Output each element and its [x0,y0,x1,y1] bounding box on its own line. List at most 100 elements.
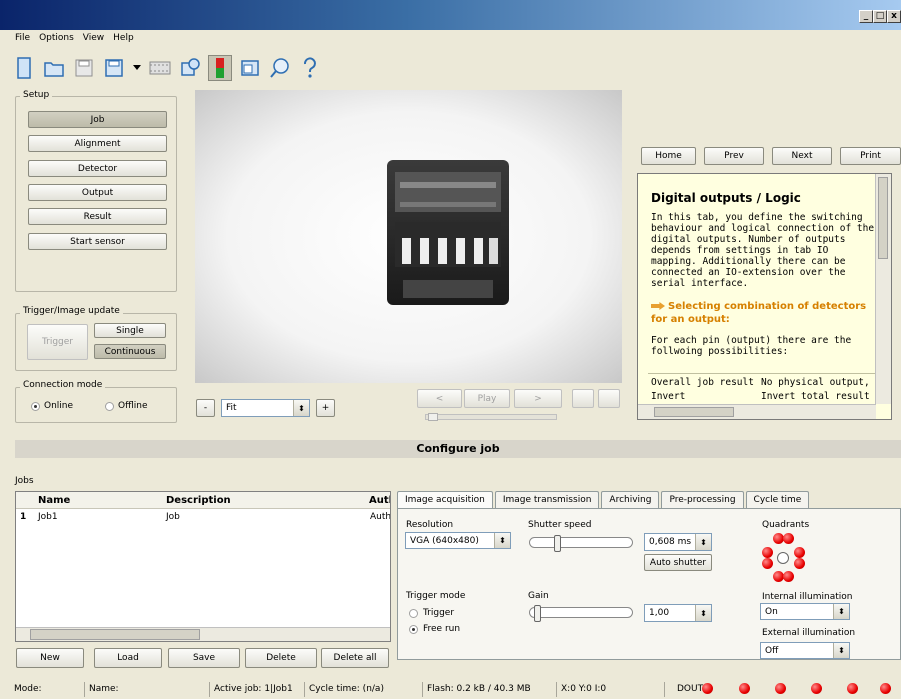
setup-detector-button[interactable]: Detector [28,160,167,177]
camera-image-view[interactable] [195,90,622,383]
help-print-button[interactable]: Print [840,147,901,165]
quadrant-led[interactable] [762,547,773,558]
gain-label: Gain [528,591,549,601]
single-button[interactable]: Single [94,323,166,338]
next-image-button[interactable]: > [514,389,562,408]
auto-shutter-button[interactable]: Auto shutter [644,554,712,571]
col-author[interactable]: Auth [369,492,390,509]
save-job-button[interactable]: Save [168,648,240,668]
tab-image-acquisition[interactable]: Image acquisition [397,491,493,509]
image-option-button-2[interactable] [598,389,620,408]
search-icon[interactable] [268,55,292,81]
trigger-radio[interactable] [409,609,418,618]
dropdown-arrow-icon[interactable] [132,55,142,81]
start-sensor-button[interactable]: Start sensor [28,233,167,250]
window-icon[interactable] [238,55,262,81]
quadrant-led[interactable] [794,547,805,558]
setup-legend: Setup [20,90,53,100]
spin-icon: ⬍ [293,400,309,416]
zoom-in-button[interactable]: + [316,399,335,417]
jobs-label: Jobs [15,476,34,486]
quadrant-center-icon[interactable] [777,552,789,564]
shutter-value-field[interactable]: 0,608 ms ⬍ [644,533,712,551]
table-row[interactable]: 1 Job1 Job Authc [16,510,390,525]
delete-job-button[interactable]: Delete [245,648,317,668]
resolution-select[interactable]: VGA (640x480) ⬍ [405,532,511,549]
menu-view[interactable]: View [83,33,104,43]
tab-pre-processing[interactable]: Pre-processing [661,491,744,508]
gain-slider[interactable] [529,605,633,622]
menu-help[interactable]: Help [113,33,134,43]
prev-image-button[interactable]: < [417,389,462,408]
offline-radio[interactable] [105,402,114,411]
tab-archiving[interactable]: Archiving [601,491,660,508]
spin-icon: ⬍ [695,534,711,550]
menu-options[interactable]: Options [39,33,74,43]
status-coords: X:0 Y:0 I:0 [557,682,665,697]
new-job-button[interactable]: New [16,648,84,668]
close-button[interactable]: x [887,10,901,23]
status-name: Name: [85,682,210,697]
quadrant-led[interactable] [762,558,773,569]
play-button[interactable]: Play [464,389,510,408]
quadrant-led[interactable] [783,533,794,544]
filmstrip-icon[interactable] [148,55,172,81]
new-icon[interactable] [12,55,36,81]
connector-image [387,160,509,305]
shutter-slider[interactable] [529,535,633,552]
online-radio[interactable] [31,402,40,411]
help-icon[interactable] [298,55,322,81]
help-title: Digital outputs / Logic [651,191,801,205]
save-as-icon[interactable] [102,55,126,81]
help-next-button[interactable]: Next [772,147,832,165]
quadrant-led[interactable] [783,571,794,582]
setup-output-button[interactable]: Output [28,184,167,201]
save-icon[interactable] [72,55,96,81]
menu-file[interactable]: File [15,33,30,43]
free-run-radio[interactable] [409,625,418,634]
camera-icon[interactable] [178,55,202,81]
tab-cycle-time[interactable]: Cycle time [745,491,810,508]
image-option-button-1[interactable] [572,389,594,408]
gain-value-field[interactable]: 1,00 ⬍ [644,604,712,622]
minimize-button[interactable]: _ [859,10,873,23]
row-number: 1 [20,512,27,522]
load-job-button[interactable]: Load [94,648,162,668]
image-history-slider[interactable] [425,413,557,421]
help-prev-button[interactable]: Prev [704,147,764,165]
tab-image-transmission[interactable]: Image transmission [494,491,600,508]
gain-slider-thumb[interactable] [534,605,541,622]
zoom-select[interactable]: Fit ⬍ [221,399,310,417]
help-hscroll[interactable] [638,404,876,419]
continuous-button[interactable]: Continuous [94,344,166,359]
internal-illumination-select[interactable]: On ⬍ [760,603,850,620]
online-label: Online [44,401,74,411]
dout-led [775,683,786,694]
setup-result-button[interactable]: Result [28,208,167,225]
title-bar: _ □ x [0,0,901,30]
col-description[interactable]: Description [166,492,369,509]
help-table: Overall job result No physical output, e… [648,373,891,402]
quadrants-control[interactable] [762,533,805,583]
quadrant-led[interactable] [794,558,805,569]
maximize-button[interactable]: □ [873,10,887,23]
dout-led [811,683,822,694]
col-name[interactable]: Name [30,492,166,509]
jobs-hscroll[interactable] [16,627,390,641]
help-vscroll[interactable] [875,174,891,404]
status-mode: Mode: [0,682,85,697]
help-home-button[interactable]: Home [641,147,696,165]
setup-alignment-button[interactable]: Alignment [28,135,167,152]
zoom-out-button[interactable]: - [196,399,215,417]
open-icon[interactable] [42,55,66,81]
shutter-slider-thumb[interactable] [554,535,561,552]
jobs-table[interactable]: Name Description Auth 1 Job1 Job Authc [15,491,391,642]
internal-illumination-label: Internal illumination [762,592,853,602]
sensor-icon[interactable] [208,55,232,81]
external-illumination-select[interactable]: Off ⬍ [760,642,850,659]
setup-job-button[interactable]: Job [28,111,167,128]
delete-all-button[interactable]: Delete all [321,648,389,668]
help-table-cell: Invert total result for this [761,391,891,402]
trigger-button[interactable]: Trigger [27,324,88,360]
help-table-cell: Overall job result [651,377,754,388]
